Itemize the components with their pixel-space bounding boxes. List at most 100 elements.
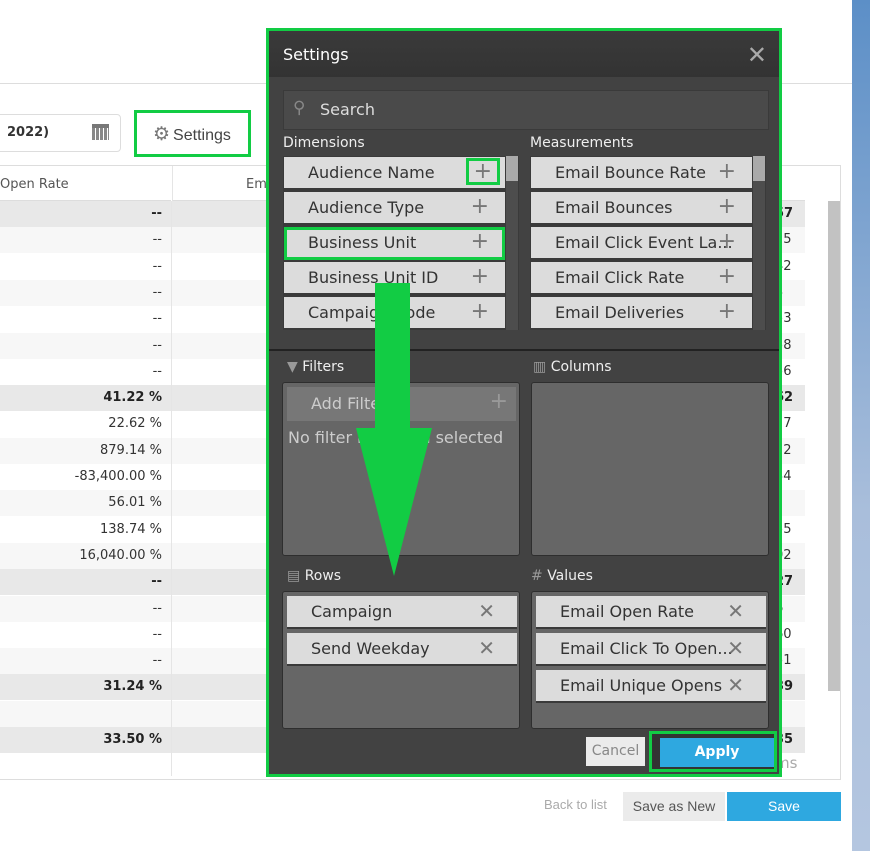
plus-icon: +: [489, 389, 508, 414]
item-label: Email Unique Opens: [560, 676, 723, 695]
filter-icon: ▼: [287, 359, 298, 375]
measurements-label: Measurements: [530, 135, 634, 151]
open-rate-cell: 33.50 %: [103, 732, 162, 747]
columns-heading: ▥ Columns: [533, 359, 612, 375]
item-label: Email Click Rate: [555, 268, 685, 287]
open-rate-cell: 879.14 %: [100, 442, 162, 458]
date-range-text: 2022): [7, 125, 50, 140]
values-label: Values: [547, 568, 593, 584]
save-button[interactable]: Save: [727, 792, 841, 821]
drag-arrow-annotation: [356, 283, 432, 576]
item-label: Email Click To Open...: [560, 639, 733, 658]
remove-icon[interactable]: ✕: [478, 636, 495, 660]
rows-label: Rows: [304, 568, 342, 584]
plus-icon[interactable]: +: [471, 299, 489, 324]
open-rate-cell: 138.74 %: [100, 521, 162, 537]
hash-icon: #: [531, 568, 543, 584]
measurements-list: Email Bounce Rate + Email Bounces + Email Cl…: [530, 156, 766, 330]
filters-label: Filters: [302, 359, 345, 375]
dialog-title: Settings: [283, 45, 349, 64]
plus-icon[interactable]: +: [718, 299, 736, 324]
dimensions-scrollbar[interactable]: [506, 156, 518, 330]
values-heading: # Values: [531, 568, 593, 584]
item-label: Email Open Rate: [560, 602, 694, 621]
plus-icon[interactable]: +: [718, 159, 736, 184]
list-item[interactable]: Email Click Rate +: [531, 262, 752, 295]
list-item[interactable]: Email Bounces +: [531, 192, 752, 225]
open-rate-cell: --: [152, 258, 162, 274]
arrow-shape: [356, 283, 432, 576]
background-map: [852, 0, 870, 851]
open-rate-cell: --: [151, 206, 162, 221]
item-label: Send Weekday: [311, 639, 430, 658]
plus-icon[interactable]: +: [718, 264, 736, 289]
item-label: Email Bounces: [555, 198, 673, 217]
item-label: Email Click Event La...: [555, 233, 733, 252]
columns-zone[interactable]: [531, 382, 769, 556]
rows-heading: ▤ Rows: [287, 568, 341, 584]
header-text: Open Rate: [0, 177, 69, 192]
remove-icon[interactable]: ✕: [727, 636, 744, 660]
search-input[interactable]: ⚲ Search: [283, 90, 769, 130]
column-header-open-rate[interactable]: Open Rate: [0, 166, 171, 201]
list-item[interactable]: Email Click To Open... ✕: [536, 633, 766, 666]
search-placeholder: Search: [320, 100, 375, 119]
search-icon: ⚲: [293, 98, 306, 118]
dialog-header: Settings: [269, 31, 779, 77]
plus-icon[interactable]: +: [465, 158, 501, 185]
open-rate-cell: --: [152, 363, 162, 379]
list-item[interactable]: Email Bounce Rate +: [531, 157, 752, 190]
plus-icon[interactable]: +: [718, 194, 736, 219]
apply-highlight: Apply: [649, 731, 777, 772]
plus-icon[interactable]: +: [471, 229, 489, 254]
list-item[interactable]: Email Open Rate ✕: [536, 596, 766, 629]
close-icon[interactable]: ✕: [747, 41, 767, 69]
open-rate-cell: --: [152, 232, 162, 248]
open-rate-cell: --: [152, 284, 162, 300]
vertical-scrollbar[interactable]: [828, 201, 840, 691]
remove-icon[interactable]: ✕: [727, 673, 744, 697]
plus-icon[interactable]: +: [471, 194, 489, 219]
settings-label: Settings: [173, 127, 231, 144]
values-zone[interactable]: Email Open Rate ✕ Email Click To Open... ✕ E…: [531, 591, 769, 729]
calendar-icon[interactable]: [92, 124, 109, 140]
columns-icon: ▥: [533, 359, 547, 375]
back-to-list-link[interactable]: Back to list: [544, 797, 607, 812]
remove-icon[interactable]: ✕: [727, 599, 744, 623]
open-rate-cell: 16,040.00 %: [79, 547, 162, 563]
rows-zone[interactable]: Campaign ✕ Send Weekday ✕: [282, 591, 520, 729]
apply-button[interactable]: Apply: [660, 738, 774, 767]
open-rate-cell: --: [151, 574, 162, 590]
item-label: Audience Type: [308, 198, 425, 217]
open-rate-cell: -83,400.00 %: [74, 469, 162, 484]
dimensions-label: Dimensions: [283, 135, 365, 151]
settings-button[interactable]: ⚙ Settings: [134, 110, 251, 157]
list-item[interactable]: Email Click Event La... +: [531, 227, 752, 260]
open-rate-cell: --: [152, 337, 162, 353]
list-item[interactable]: Campaign ✕: [287, 596, 517, 629]
item-label: Audience Name: [308, 163, 435, 182]
remove-icon[interactable]: ✕: [478, 599, 495, 623]
list-item[interactable]: Email Unique Opens ✕: [536, 670, 766, 703]
list-item[interactable]: Send Weekday ✕: [287, 633, 517, 666]
list-item[interactable]: Email Deliveries +: [531, 297, 752, 330]
list-item[interactable]: Business Unit +: [284, 227, 505, 260]
cancel-button[interactable]: Cancel: [586, 737, 645, 766]
open-rate-cell: --: [152, 626, 162, 642]
settings-dialog: Settings ✕ ⚲ Search Dimensions Measuremen…: [266, 28, 782, 777]
list-item[interactable]: Audience Type +: [284, 192, 505, 225]
open-rate-cell: 22.62 %: [108, 416, 162, 432]
open-rate-cell: 41.22 %: [103, 390, 162, 406]
open-rate-cell: 31.24 %: [103, 679, 162, 695]
save-as-new-button[interactable]: Save as New: [623, 792, 725, 821]
open-rate-cell: --: [152, 600, 162, 616]
plus-icon[interactable]: +: [471, 264, 489, 289]
item-label: Email Deliveries: [555, 303, 685, 322]
list-item[interactable]: Audience Name +: [284, 157, 505, 190]
item-label: Email Bounce Rate: [555, 163, 706, 182]
rows-icon: ▤: [287, 568, 301, 584]
open-rate-cell: --: [152, 311, 162, 327]
measurements-scrollbar[interactable]: [753, 156, 765, 330]
item-label: Campaign: [311, 602, 393, 621]
plus-icon[interactable]: +: [718, 229, 736, 254]
